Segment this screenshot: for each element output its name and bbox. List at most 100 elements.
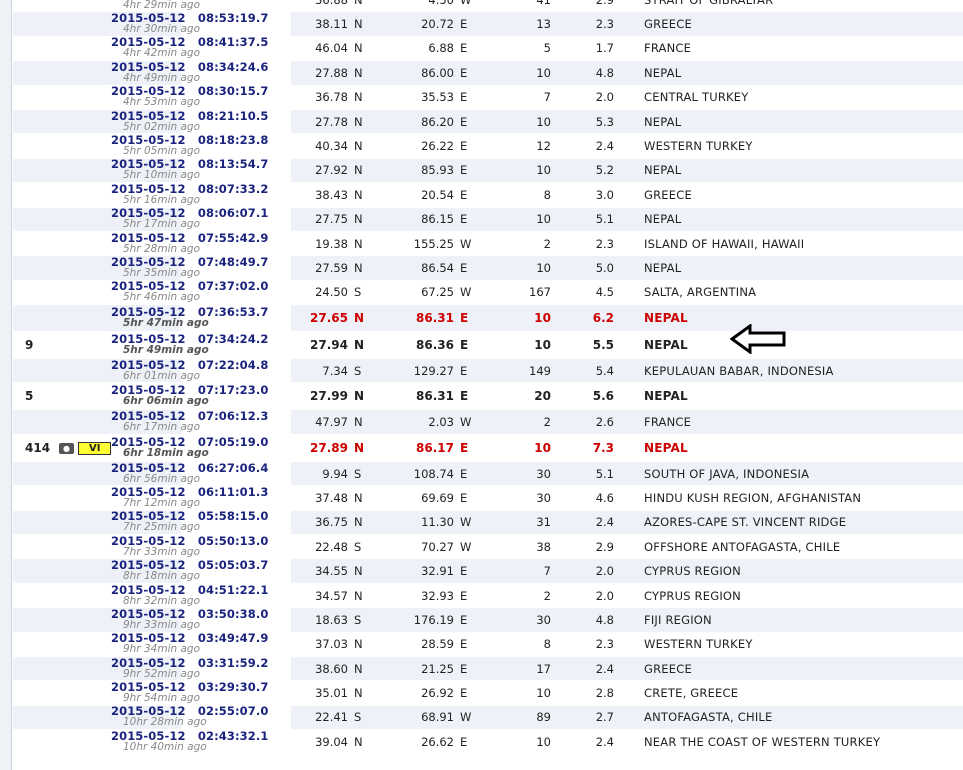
region-name[interactable]: SALTA, ARGENTINA xyxy=(614,280,963,306)
event-datetime[interactable]: 2015-05-12 08:21:10.5 xyxy=(13,110,268,122)
table-row[interactable]: 52015-05-12 07:48:49.75hr 35min ago27.59… xyxy=(13,255,963,281)
datetime-cell[interactable]: 2015-05-12 07:05:19.0 6hr 18min ago xyxy=(13,434,268,462)
table-row[interactable]: 9 2015-05-12 07:34:24.2 5hr 49min ago 27.94… xyxy=(13,331,963,360)
datetime-cell[interactable]: 2015-05-12 08:21:10.5 5hr 02min ago xyxy=(13,109,268,135)
datetime-cell[interactable]: 2015-05-12 08:30:15.7 4hr 53min ago xyxy=(13,85,268,110)
event-datetime[interactable]: 2015-05-12 06:27:06.4 xyxy=(13,462,268,474)
region-name[interactable]: WESTERN TURKEY xyxy=(614,632,963,657)
time-ago: 4hr 49min ago xyxy=(123,71,201,84)
table-row[interactable]: 2015-05-12 05:50:13.0 7hr 33min ago 22.48 S… xyxy=(13,534,963,560)
datetime-cell[interactable]: 2015-05-12 02:55:07.0 10hr 28min ago xyxy=(13,705,268,731)
region-name[interactable]: ANTOFAGASTA, CHILE xyxy=(614,705,963,731)
datetime-cell[interactable]: 2015-05-12 05:05:03.7 8hr 18min ago xyxy=(13,558,268,584)
region-name[interactable]: NEPAL xyxy=(614,304,963,333)
region-name[interactable]: NEPAL xyxy=(614,60,963,86)
region-name[interactable]: GREECE xyxy=(614,182,963,208)
region-name[interactable]: CYPRUS REGION xyxy=(614,583,963,609)
datetime-cell[interactable]: 2015-05-12 08:07:33.2 5hr 16min ago xyxy=(13,182,268,208)
table-row[interactable]: 2015-05-12 07:37:02.0 5hr 46min ago 24.50 S… xyxy=(13,280,963,306)
datetime-cell[interactable]: 2015-05-12 08:53:19.7 4hr 30min ago xyxy=(13,11,268,37)
region-name[interactable]: FRANCE xyxy=(614,409,963,435)
region-name[interactable]: KEPULAUAN BABAR, INDONESIA xyxy=(614,358,963,384)
region-name[interactable]: AZORES-CAPE ST. VINCENT RIDGE xyxy=(614,510,963,536)
datetime-cell[interactable]: 2015-05-12 03:31:59.2 9hr 52min ago xyxy=(13,656,268,682)
table-row[interactable]: 2015-05-12 08:34:24.6 4hr 49min ago 27.88 N… xyxy=(13,60,963,86)
region-name[interactable]: NEAR THE COAST OF WESTERN TURKEY xyxy=(614,729,963,755)
table-row[interactable]: 2015-05-12 07:06:12.3 6hr 17min ago 47.97 N… xyxy=(13,409,963,435)
datetime-cell[interactable]: 2015-05-12 08:34:24.6 4hr 49min ago xyxy=(13,60,268,86)
region-name[interactable]: OFFSHORE ANTOFAGASTA, CHILE xyxy=(614,534,963,560)
table-row[interactable]: 2015-05-12 08:18:23.8 5hr 05min ago 40.34 N… xyxy=(13,133,963,159)
datetime-cell[interactable]: 2015-05-12 06:11:01.3 7hr 12min ago xyxy=(13,485,268,511)
table-row[interactable]: 72015-05-12 08:06:07.15hr 17min ago27.75… xyxy=(13,207,963,232)
region-name[interactable]: GREECE xyxy=(614,656,963,682)
datetime-cell[interactable]: 2015-05-12 04:51:22.1 8hr 32min ago xyxy=(13,583,268,609)
table-row[interactable]: 42015-05-12 08:21:10.55hr 02min ago27.78… xyxy=(13,109,963,135)
event-datetime[interactable]: 2015-05-12 04:51:22.1 xyxy=(13,584,268,596)
latitude-direction: N xyxy=(348,0,368,13)
datetime-cell[interactable]: 2015-05-12 03:49:47.9 9hr 34min ago xyxy=(13,632,268,657)
datetime-cell[interactable]: 2015-05-12 07:34:24.2 5hr 49min ago xyxy=(13,331,268,360)
datetime-cell[interactable]: 2015-05-12 06:27:06.4 6hr 56min ago xyxy=(13,461,268,487)
region-name[interactable]: NEPAL xyxy=(614,158,963,184)
region-name[interactable]: STRAIT OF GIBRALTAR xyxy=(614,0,963,13)
table-row[interactable]: 2015-05-12 03:31:59.2 9hr 52min ago 38.60 N… xyxy=(13,656,963,682)
latitude-direction: N xyxy=(348,729,368,755)
region-name[interactable]: NEPAL xyxy=(614,109,963,135)
datetime-cell[interactable]: 2015-05-12 08:06:07.1 5hr 17min ago xyxy=(13,207,268,232)
region-name[interactable]: SOUTH OF JAVA, INDONESIA xyxy=(614,461,963,487)
datetime-cell[interactable]: 2015-05-12 08:41:37.5 4hr 42min ago xyxy=(13,36,268,62)
datetime-cell[interactable]: 2015-05-12 03:29:30.7 9hr 54min ago xyxy=(13,680,268,706)
datetime-cell[interactable]: 2015-05-12 02:43:32.1 10hr 40min ago xyxy=(13,729,268,755)
datetime-cell[interactable]: 2015-05-12 05:50:13.0 7hr 33min ago xyxy=(13,534,268,560)
region-name[interactable]: NEPAL xyxy=(614,382,963,411)
datetime-cell[interactable]: 2015-05-12 07:37:02.0 5hr 46min ago xyxy=(13,280,268,306)
table-row[interactable]: 414 ● VI 2015-05-12 07:05:19.0 6hr 18min ago… xyxy=(13,434,963,462)
region-name[interactable]: NEPAL xyxy=(614,434,963,462)
datetime-cell[interactable]: 2015-05-12 07:22:04.8 6hr 01min ago xyxy=(13,358,268,384)
region-name[interactable]: CRETE, GREECE xyxy=(614,680,963,706)
table-row[interactable]: 5 2015-05-12 07:17:23.0 6hr 06min ago 27.99… xyxy=(13,382,963,411)
region-name[interactable]: ISLAND OF HAWAII, HAWAII xyxy=(614,231,963,257)
table-row[interactable]: 2015-05-12 05:58:15.0 7hr 25min ago 36.75 N… xyxy=(13,510,963,536)
datetime-cell[interactable]: 2015-05-12 07:55:42.9 5hr 28min ago xyxy=(13,231,268,257)
table-row[interactable]: 2015-05-12 08:41:37.5 4hr 42min ago 46.04 N… xyxy=(13,36,963,62)
table-row[interactable]: 2015-05-12 04:51:22.1 8hr 32min ago 34.57 N… xyxy=(13,583,963,609)
table-row[interactable]: 2015-05-12 06:27:06.4 6hr 56min ago 9.94 S 1… xyxy=(13,461,963,487)
table-row[interactable]: 2015-05-12 03:49:47.9 9hr 34min ago 37.03 N… xyxy=(13,632,963,657)
datetime-cell[interactable]: 2015-05-12 08:18:23.8 5hr 05min ago xyxy=(13,133,268,159)
table-row[interactable]: 2015-05-12 07:55:42.9 5hr 28min ago 19.38 N… xyxy=(13,231,963,257)
datetime-cell[interactable]: 2015-05-12 05:58:15.0 7hr 25min ago xyxy=(13,510,268,536)
region-name[interactable]: FRANCE xyxy=(614,36,963,62)
table-row[interactable]: 2015-05-12 02:43:32.1 10hr 40min ago 39.04… xyxy=(13,729,963,755)
time-ago: 6hr 18min ago xyxy=(123,446,209,459)
datetime-cell[interactable]: 2015-05-12 03:50:38.0 9hr 33min ago xyxy=(13,607,268,633)
magnitude: 5.3 xyxy=(551,109,614,135)
table-row[interactable]: 302015-05-12 07:36:53.75hr 47min ago27.6… xyxy=(13,304,963,333)
table-row[interactable]: 2015-05-12 05:05:03.7 8hr 18min ago 34.55 N… xyxy=(13,558,963,584)
datetime-cell[interactable]: 2015-05-12 07:17:23.0 6hr 06min ago xyxy=(13,382,268,411)
region-name[interactable]: NEPAL xyxy=(614,255,963,281)
table-row[interactable]: 2015-05-12 02:55:07.0 10hr 28min ago 22.41… xyxy=(13,705,963,731)
region-name[interactable]: NEPAL xyxy=(614,331,963,360)
table-row[interactable]: 2015-05-12 08:30:15.7 4hr 53min ago 36.78 N… xyxy=(13,85,963,110)
table-row[interactable]: 2015-05-12 03:50:38.0 9hr 33min ago 18.63 S… xyxy=(13,607,963,633)
datetime-cell[interactable]: 2015-05-12 07:48:49.7 5hr 35min ago xyxy=(13,255,268,281)
datetime-cell[interactable]: 2015-05-12 07:06:12.3 6hr 17min ago xyxy=(13,409,268,435)
region-name[interactable]: FIJI REGION xyxy=(614,607,963,633)
region-name[interactable]: WESTERN TURKEY xyxy=(614,133,963,159)
table-row[interactable]: 2015-05-12 03:29:30.7 9hr 54min ago 35.01 N… xyxy=(13,680,963,706)
datetime-cell[interactable]: 2015-05-12 08:13:54.7 5hr 10min ago xyxy=(13,158,268,184)
table-row[interactable]: 2015-05-12 07:22:04.8 6hr 01min ago 7.34 S 1… xyxy=(13,358,963,384)
table-row[interactable]: 52015-05-12 08:13:54.75hr 10min ago27.92… xyxy=(13,158,963,184)
region-name[interactable]: NEPAL xyxy=(614,207,963,232)
region-name[interactable]: CYPRUS REGION xyxy=(614,558,963,584)
region-name[interactable]: HINDU KUSH REGION, AFGHANISTAN xyxy=(614,485,963,511)
table-row[interactable]: 2015-05-12 08:07:33.2 5hr 16min ago 38.43 N… xyxy=(13,182,963,208)
event-datetime[interactable]: 2015-05-12 07:55:42.9 xyxy=(13,232,268,244)
table-row[interactable]: 2015-05-12 06:11:01.3 7hr 12min ago 37.48 N… xyxy=(13,485,963,511)
region-name[interactable]: CENTRAL TURKEY xyxy=(614,85,963,110)
datetime-cell[interactable]: 2015-05-12 07:36:53.7 5hr 47min ago xyxy=(13,304,268,333)
table-row[interactable]: 2015-05-12 08:53:19.7 4hr 30min ago 38.11 N… xyxy=(13,11,963,37)
region-name[interactable]: GREECE xyxy=(614,11,963,37)
